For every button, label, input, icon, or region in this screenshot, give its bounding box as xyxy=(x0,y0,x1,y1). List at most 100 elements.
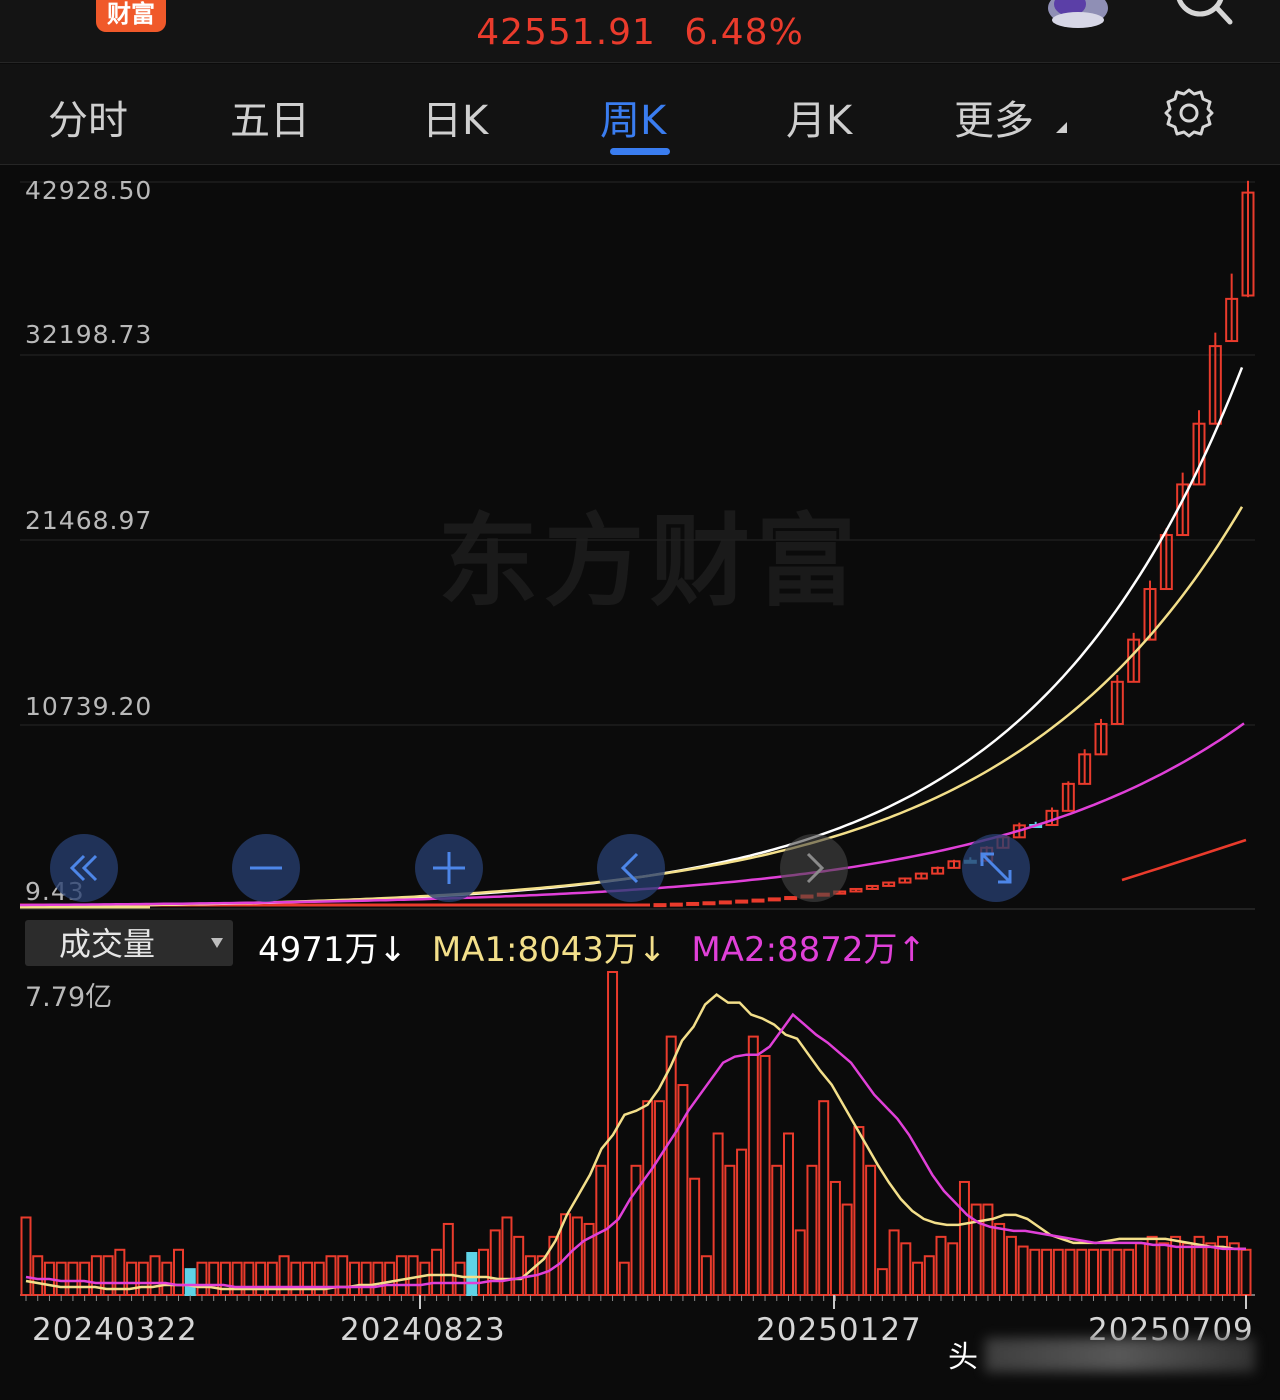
scroll-left-icon xyxy=(620,852,639,884)
ma-line-white xyxy=(149,366,1244,907)
candle-body xyxy=(767,897,781,902)
volume-bar xyxy=(1134,1242,1146,1296)
zoom-in-button[interactable] xyxy=(415,834,483,902)
volume-bar xyxy=(794,1229,806,1297)
volume-bar xyxy=(829,1180,841,1296)
volume-bar xyxy=(724,1164,736,1297)
candle-body xyxy=(735,899,749,904)
volume-bar xyxy=(958,1180,970,1296)
volume-bar xyxy=(1111,1248,1123,1297)
price-axis-label: 21468.97 xyxy=(25,506,153,535)
candle-body xyxy=(669,902,683,907)
volume-bar xyxy=(466,1252,478,1297)
candle-body xyxy=(702,901,716,906)
volume-current: 4971万↓ xyxy=(258,930,408,970)
volume-bar xyxy=(137,1261,149,1296)
volume-bar xyxy=(79,1261,91,1296)
price-axis-label: 32198.73 xyxy=(25,320,153,349)
date-axis-label: 20240322 xyxy=(32,1312,198,1348)
volume-bar xyxy=(1052,1248,1064,1297)
volume-bar xyxy=(1029,1248,1041,1297)
ma-line-red xyxy=(1121,838,1247,882)
candle-body xyxy=(751,898,765,903)
date-axis-label: 20240823 xyxy=(340,1312,506,1348)
volume-bar xyxy=(1181,1242,1193,1296)
volume-bar xyxy=(783,1132,794,1296)
volume-bar xyxy=(712,1132,724,1296)
volume-bar xyxy=(196,1261,208,1296)
zoom-out-icon xyxy=(250,866,282,870)
fullscreen-button[interactable] xyxy=(962,834,1030,902)
volume-bar xyxy=(1041,1248,1053,1297)
volume-bar xyxy=(173,1248,184,1297)
volume-bar xyxy=(208,1261,220,1296)
volume-bar xyxy=(513,1235,525,1296)
volume-bar xyxy=(501,1216,513,1296)
volume-bar xyxy=(806,1164,818,1297)
volume-bar xyxy=(161,1261,173,1296)
kline-chart[interactable] xyxy=(0,0,1280,1400)
volume-bar xyxy=(384,1261,396,1296)
volume-bar xyxy=(407,1255,419,1296)
volume-bar xyxy=(184,1268,196,1297)
volume-readouts: 4971万↓ MA1:8043万↓ MA2:8872万↑ xyxy=(258,922,940,971)
volume-axis-max: 7.79亿 xyxy=(25,982,113,1013)
volume-bar xyxy=(583,1222,595,1296)
volume-bar xyxy=(818,1100,830,1296)
volume-bar xyxy=(994,1222,1006,1296)
volume-bar xyxy=(759,1054,771,1296)
volume-bar xyxy=(841,1203,853,1297)
volume-bar xyxy=(90,1255,102,1296)
indicator-selector[interactable]: 成交量 xyxy=(25,920,233,966)
scroll-right-button[interactable] xyxy=(780,834,848,902)
volume-bar xyxy=(888,1229,900,1297)
blurred-overlay xyxy=(985,1338,1255,1372)
volume-bar xyxy=(865,1164,877,1297)
price-axis-label: 10739.20 xyxy=(25,692,153,721)
volume-bar xyxy=(1228,1242,1240,1296)
candle-body xyxy=(718,900,732,905)
volume-bar xyxy=(618,1261,630,1296)
volume-bar xyxy=(32,1255,44,1296)
volume-bar xyxy=(700,1255,712,1296)
volume-bar xyxy=(642,1100,654,1296)
volume-bar xyxy=(853,1126,865,1297)
volume-bar xyxy=(478,1248,489,1297)
volume-bar xyxy=(431,1248,443,1297)
date-axis-label: 20250127 xyxy=(756,1312,922,1348)
volume-bar xyxy=(923,1255,935,1296)
volume-bar xyxy=(348,1261,360,1296)
jump-to-start-icon xyxy=(69,854,98,882)
dropdown-caret-icon xyxy=(211,938,223,948)
volume-bar xyxy=(489,1229,501,1297)
volume-bar xyxy=(1099,1248,1111,1297)
candle-body xyxy=(686,901,700,906)
volume-ma2: MA2:8872万↑ xyxy=(691,930,927,970)
volume-bar xyxy=(337,1255,349,1296)
volume-bar xyxy=(395,1255,407,1296)
volume-ma2-line xyxy=(25,1012,1246,1289)
ma-line-yellow xyxy=(149,506,1244,907)
volume-bar xyxy=(747,1035,759,1296)
source-watermark: 头 xyxy=(948,1340,978,1375)
volume-ma1-line xyxy=(25,993,1246,1291)
volume-bar xyxy=(419,1261,431,1296)
volume-bar xyxy=(1123,1248,1135,1297)
volume-bar xyxy=(372,1261,384,1296)
candle-body xyxy=(653,903,667,908)
volume-bar xyxy=(900,1242,912,1296)
volume-bar xyxy=(1076,1248,1088,1297)
volume-bar xyxy=(947,1242,959,1296)
volume-bar xyxy=(1064,1248,1076,1297)
volume-bar xyxy=(876,1268,888,1297)
scroll-right-icon xyxy=(806,852,825,884)
jump-to-start-button[interactable] xyxy=(50,834,118,902)
volume-bar xyxy=(1005,1235,1017,1296)
zoom-out-button[interactable] xyxy=(232,834,300,902)
price-axis-label: 42928.50 xyxy=(25,176,153,205)
fullscreen-icon xyxy=(980,852,1012,884)
volume-bar xyxy=(935,1235,947,1296)
scroll-left-button[interactable] xyxy=(597,834,665,902)
volume-bar xyxy=(67,1261,79,1296)
indicator-selector-label: 成交量 xyxy=(59,925,156,963)
